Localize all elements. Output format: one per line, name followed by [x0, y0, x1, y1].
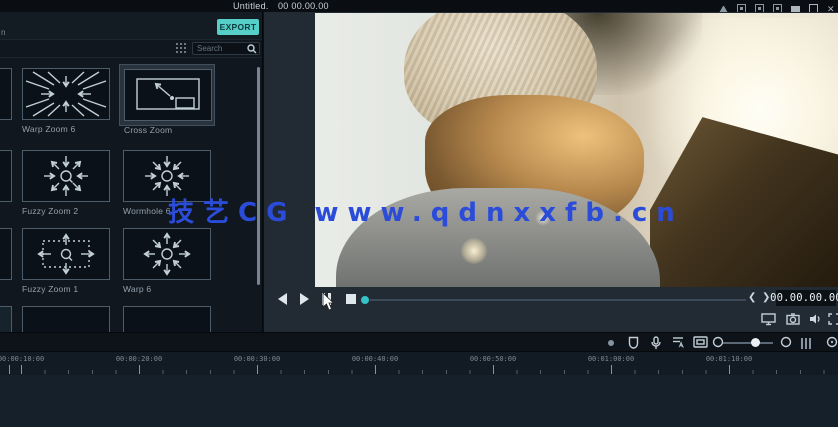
cross-zoom-thumbnail[interactable]	[124, 69, 212, 121]
timeline-ruler[interactable]: 00:00:10:00 00:00:20:00 00:00:30:00 00:00:4…	[0, 352, 838, 375]
screen-record-icon[interactable]	[693, 336, 708, 348]
ruler-label: 00:00:30:00	[234, 355, 280, 363]
warp-6-thumbnail[interactable]	[123, 228, 211, 280]
selected-transition-highlight: Cross Zoom	[119, 64, 215, 126]
zoom-in-transition-thumbnail[interactable]	[123, 306, 211, 332]
ruler-label: 00:00:40:00	[352, 355, 398, 363]
fuzzy-zoom-2-thumbnail[interactable]	[22, 150, 110, 202]
search-box	[192, 42, 260, 55]
search-input[interactable]	[193, 44, 247, 53]
timeline-track-area[interactable]	[0, 375, 838, 427]
snapshot-camera-icon[interactable]	[786, 313, 800, 325]
transition-item[interactable]	[123, 306, 211, 332]
preview-timecode: 00.00.00.00	[776, 290, 836, 306]
transitions-grid: Warp Zoom 6 Cross Z	[0, 58, 262, 332]
export-button[interactable]: EXPORT	[217, 19, 259, 35]
transition-label: Fuzzy Zoom 1	[22, 284, 110, 294]
zoom-to-fit-icon[interactable]	[801, 338, 811, 349]
transition-item-selected[interactable]: Cross Zoom	[124, 69, 212, 135]
transition-thumb-cutoff[interactable]	[0, 228, 12, 280]
transition-item[interactable]: Warp 6	[123, 228, 211, 294]
video-preview[interactable]	[315, 13, 838, 287]
spiral-transition-thumbnail[interactable]	[22, 306, 110, 332]
lens-flare	[535, 210, 551, 226]
ruler-major-ticks	[0, 365, 838, 374]
ruler-label: 00:01:00:00	[588, 355, 634, 363]
fullscreen-icon[interactable]	[828, 313, 838, 325]
stop-button[interactable]	[346, 293, 360, 305]
marker-icon[interactable]	[672, 336, 685, 349]
transition-item[interactable]: Warp Zoom 6	[22, 68, 110, 134]
transition-item[interactable]	[22, 306, 110, 332]
timeline-zoom-slider[interactable]	[723, 342, 773, 344]
ruler-label: 00:00:10:00	[0, 355, 44, 363]
seek-bar[interactable]	[370, 299, 746, 301]
next-edit-point-button[interactable]: ❯	[762, 292, 770, 303]
panel-header: n EXPORT	[0, 12, 262, 40]
ruler-label: 00:01:10:00	[706, 355, 752, 363]
app-window: Untitled. 00 00.00.00 ✕ n EXPORT	[0, 0, 838, 427]
transition-item[interactable]: Wormhole 6	[123, 150, 211, 216]
transition-label: Warp Zoom 6	[22, 124, 110, 134]
warp-zoom-6-thumbnail[interactable]	[22, 68, 110, 120]
zoom-slider-handle[interactable]	[751, 338, 760, 347]
timeline-settings-icon[interactable]	[826, 336, 838, 348]
transition-label: Wormhole 6	[123, 206, 211, 216]
transition-thumb-cutoff[interactable]	[0, 306, 12, 332]
transition-item[interactable]: Fuzzy Zoom 1	[22, 228, 110, 294]
panel-subheader	[0, 40, 262, 58]
fuzzy-zoom-1-thumbnail[interactable]	[22, 228, 110, 280]
play-button[interactable]	[300, 293, 314, 305]
record-dot-icon[interactable]	[608, 340, 614, 346]
volume-icon[interactable]	[809, 313, 822, 325]
transitions-panel: n EXPORT	[0, 12, 263, 332]
panel-scrollbar[interactable]	[257, 67, 260, 285]
transition-thumb-cutoff[interactable]	[0, 68, 12, 120]
timeline-toolbar	[0, 332, 838, 352]
previous-edit-point-button[interactable]: ❮	[748, 292, 756, 303]
display-device-icon[interactable]	[761, 313, 776, 326]
preview-option-icons	[264, 310, 838, 330]
playback-controls: ❮ ❯ 00.00.00.00	[264, 288, 838, 310]
transition-label: Fuzzy Zoom 2	[22, 206, 110, 216]
zoom-in-icon[interactable]	[780, 336, 792, 348]
transition-label: Cross Zoom	[124, 125, 212, 135]
ruler-label: 00:00:50:00	[470, 355, 516, 363]
seek-playhead[interactable]	[361, 296, 369, 304]
transition-label: Warp 6	[123, 284, 211, 294]
cutoff-tab-label: n	[1, 28, 5, 37]
preview-panel: ❮ ❯ 00.00.00.00	[264, 12, 838, 332]
pause-button[interactable]	[322, 293, 336, 305]
mask-shield-icon[interactable]	[628, 336, 639, 349]
grid-view-icon[interactable]	[176, 43, 187, 54]
previous-frame-button[interactable]	[278, 293, 292, 305]
titlebar: Untitled. 00 00.00.00 ✕	[0, 0, 838, 12]
search-icon	[247, 44, 257, 54]
transition-item[interactable]: Fuzzy Zoom 2	[22, 150, 110, 216]
voiceover-mic-icon[interactable]	[651, 336, 661, 350]
lens-flare	[461, 238, 487, 264]
wormhole-6-thumbnail[interactable]	[123, 150, 211, 202]
project-title: Untitled.	[233, 1, 269, 11]
titlebar-timecode: 00 00.00.00	[278, 1, 329, 11]
transition-thumb-cutoff[interactable]	[0, 150, 12, 202]
ruler-label: 00:00:20:00	[116, 355, 162, 363]
